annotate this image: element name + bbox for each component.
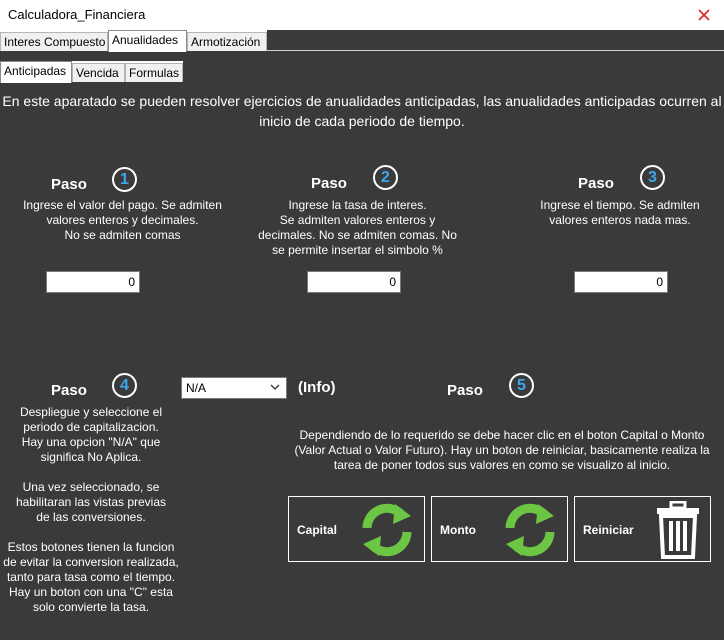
tab-formulas[interactable]: Formulas <box>125 63 183 82</box>
period-select-value: N/A <box>186 381 207 395</box>
tab-anualidades[interactable]: Anualidades <box>108 30 187 52</box>
desc-line: habilitaran las vistas previas <box>15 495 167 509</box>
tab-interes-compuesto[interactable]: Interes Compuesto <box>0 32 108 51</box>
capital-button-label: Capital <box>297 523 338 537</box>
monto-button[interactable]: Monto <box>431 496 568 562</box>
tiempo-input[interactable]: 0 <box>574 271 668 293</box>
desc-line: se permite insertar el simbolo % <box>272 243 443 257</box>
step-5-number-badge: 5 <box>509 373 534 398</box>
step-5-description: Dependiendo de lo requerido se debe hace… <box>280 428 724 473</box>
desc-line: No se admiten comas <box>64 228 181 242</box>
period-select[interactable]: N/A <box>181 377 287 399</box>
desc-line: solo convierte la tasa. <box>32 600 150 614</box>
desc-line: decimales. No se admiten comas. No <box>258 228 457 242</box>
step-1-number-badge: 1 <box>112 167 137 192</box>
step-4-number-badge: 4 <box>112 373 137 398</box>
desc-line: valores enteros y decimales. <box>46 213 199 227</box>
chevron-down-icon <box>270 384 280 390</box>
capital-button[interactable]: Capital <box>288 496 425 562</box>
tab-label: Anticipadas <box>4 64 67 78</box>
tasa-input[interactable]: 0 <box>307 271 401 293</box>
close-button[interactable] <box>684 0 724 30</box>
intro-line: inicio de cada periodo de tiempo. <box>259 113 465 129</box>
tabstrip-empty-area <box>267 30 724 50</box>
close-icon <box>698 9 710 21</box>
step-2-description: Ingrese la tasa de interes. Se admiten v… <box>225 198 490 258</box>
step-3-number-badge: 3 <box>640 165 665 190</box>
window-title: Calculadora_Financiera <box>8 7 146 22</box>
step-2-number-badge: 2 <box>373 165 398 190</box>
tab-label: Armotización <box>191 35 261 49</box>
tab-vencida[interactable]: Vencida <box>72 63 125 82</box>
tab-label: Vencida <box>76 66 119 80</box>
tab-label: Anualidades <box>112 33 179 47</box>
tab-label: Interes Compuesto <box>4 35 106 49</box>
desc-line <box>0 525 182 540</box>
refresh-icon <box>362 503 412 557</box>
intro-text: En este aparatado se pueden resolver eje… <box>0 91 724 131</box>
desc-line: Dependiendo de lo requerido se debe hace… <box>299 428 705 442</box>
main-tabstrip: Interes Compuesto Anualidades Armotizaci… <box>0 30 724 52</box>
desc-line: de evitar la conversion realizada, <box>3 555 179 569</box>
desc-line: Una vez seleccionado, se <box>22 480 160 494</box>
desc-line: Ingrese la tasa de interes. <box>288 198 427 212</box>
desc-line <box>0 465 182 480</box>
desc-line: Estos botones tienen la funcion <box>7 540 175 554</box>
desc-line: de las conversiones. <box>36 510 146 524</box>
desc-line: periodo de capitalizacion. <box>23 420 159 434</box>
info-link[interactable]: (Info) <box>298 379 335 396</box>
tab-anticipadas[interactable]: Anticipadas <box>0 61 72 83</box>
desc-line: significa No Aplica. <box>40 450 142 464</box>
trash-icon <box>657 501 699 559</box>
tabstrip-empty-area <box>183 61 724 82</box>
tab-armotizacion[interactable]: Armotización <box>187 32 267 51</box>
tab-label: Formulas <box>129 66 180 80</box>
desc-line: Hay una opcion "N/A" que <box>21 435 161 449</box>
title-bar: Calculadora_Financiera <box>0 0 724 30</box>
step-2-heading: Paso <box>311 175 347 192</box>
step-5-heading: Paso <box>447 382 483 399</box>
step-1-description: Ingrese el valor del pago. Se admiten va… <box>0 198 245 243</box>
step-3-heading: Paso <box>578 175 614 192</box>
step-1-heading: Paso <box>51 176 87 193</box>
desc-line: Hay un boton con una "C" esta <box>9 585 173 599</box>
desc-line: Despliegue y seleccione el <box>19 405 163 419</box>
pago-input[interactable]: 0 <box>46 271 140 293</box>
desc-line: Se admiten valores enteros y <box>279 213 436 227</box>
step-4-description: Despliegue y seleccione el periodo de ca… <box>0 405 182 615</box>
monto-button-label: Monto <box>440 523 476 537</box>
desc-line: (Valor Actual o Valor Futuro). Hay un bo… <box>294 443 710 457</box>
desc-line: tanto para tasa como el tiempo. <box>6 570 176 584</box>
reiniciar-button-label: Reiniciar <box>583 523 634 537</box>
step-4-heading: Paso <box>51 382 87 399</box>
desc-line: tarea de poner todos sus valores en como… <box>333 458 671 472</box>
desc-line: Ingrese el valor del pago. Se admiten <box>23 198 222 212</box>
reiniciar-button[interactable]: Reiniciar <box>574 496 711 562</box>
step-3-description: Ingrese el tiempo. Se admiten valores en… <box>520 198 720 228</box>
sub-tabstrip: Anticipadas Vencida Formulas <box>0 61 724 83</box>
desc-line: valores enteros nada mas. <box>549 213 691 227</box>
intro-line: En este aparatado se pueden resolver eje… <box>2 93 722 109</box>
refresh-icon <box>505 503 555 557</box>
desc-line: Ingrese el tiempo. Se admiten <box>540 198 700 212</box>
